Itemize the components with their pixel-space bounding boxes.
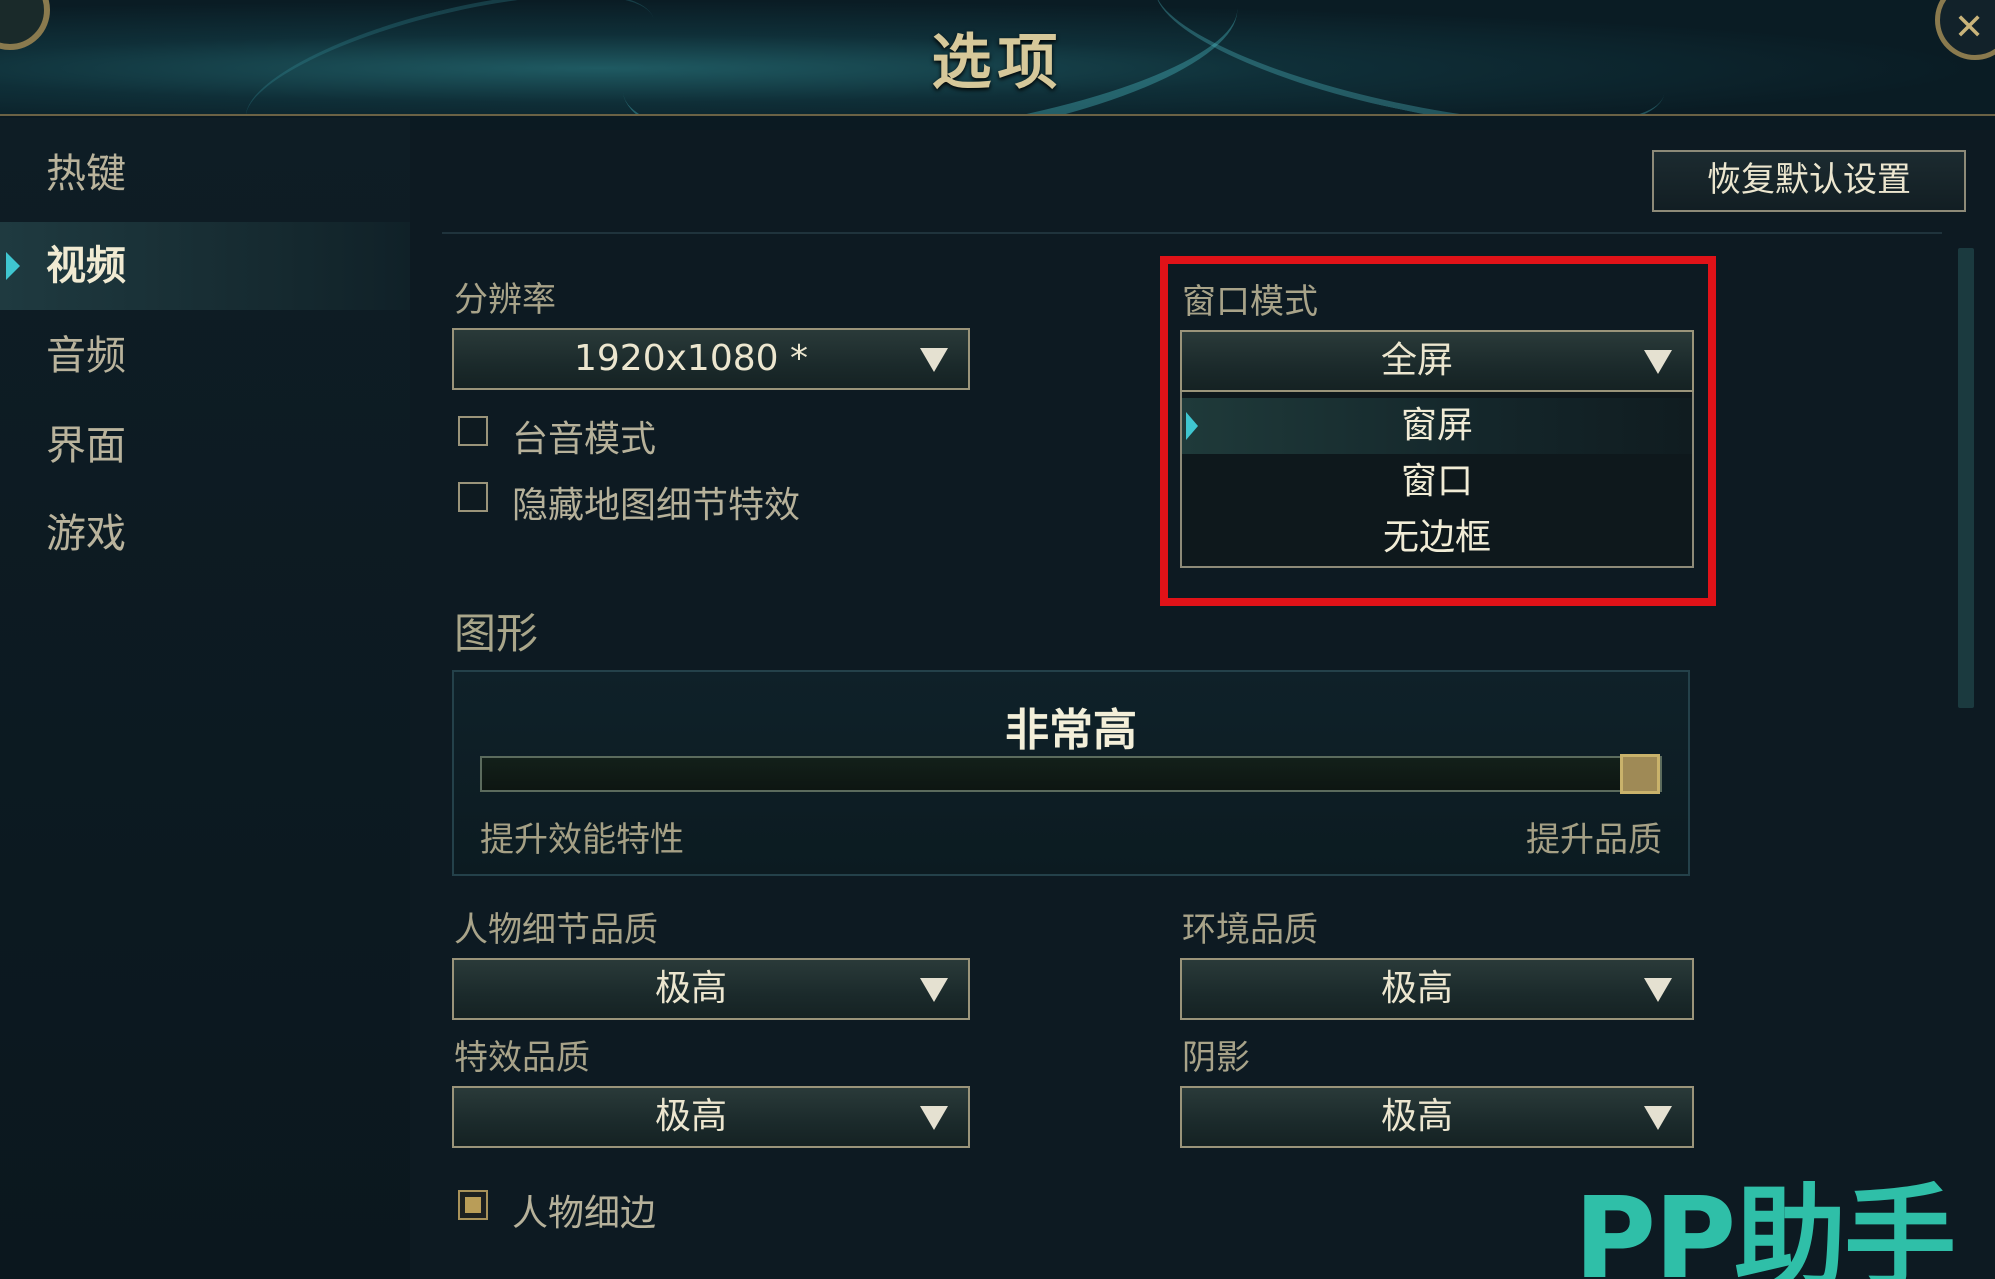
checkbox-label: 台音模式 bbox=[512, 419, 657, 460]
check-mark-icon bbox=[465, 1197, 481, 1213]
environment-quality-dropdown[interactable]: 极高 bbox=[1180, 958, 1694, 1020]
slider-fill bbox=[482, 758, 1640, 790]
sidebar-item-label: 游戏 bbox=[46, 511, 126, 557]
sidebar-item-label: 音频 bbox=[46, 333, 126, 379]
divider bbox=[442, 232, 1942, 234]
graphics-section-title: 图形 bbox=[454, 609, 539, 658]
effects-quality-dropdown[interactable]: 极高 bbox=[452, 1086, 970, 1148]
slider-min-label: 提升效能特性 bbox=[480, 820, 684, 860]
checkbox-label: 隐藏地图细节特效 bbox=[512, 485, 801, 526]
chevron-down-icon bbox=[1644, 1106, 1672, 1130]
graphics-level-value: 非常高 bbox=[1005, 705, 1137, 756]
character-outline-checkbox[interactable]: 人物细边 bbox=[458, 1184, 958, 1234]
resolution-label: 分辨率 bbox=[454, 280, 556, 320]
sidebar-item-label: 界面 bbox=[46, 423, 126, 469]
slider-thumb[interactable] bbox=[1620, 754, 1660, 794]
checkbox-box[interactable] bbox=[458, 1190, 488, 1220]
dropdown-value: 极高 bbox=[1380, 968, 1453, 1009]
chevron-down-icon bbox=[920, 348, 948, 372]
page-title: 选项 bbox=[931, 28, 1064, 98]
checkbox-box[interactable] bbox=[458, 416, 488, 446]
sidebar: 热键 视频 音频 界面 游戏 bbox=[0, 118, 410, 1279]
active-arrow-icon bbox=[6, 252, 20, 280]
shadows-label: 阴影 bbox=[1182, 1038, 1250, 1078]
sidebar-item-audio[interactable]: 音频 bbox=[0, 312, 410, 400]
voice-mode-checkbox[interactable]: 台音模式 bbox=[458, 410, 1058, 460]
character-quality-label: 人物细节品质 bbox=[454, 910, 658, 950]
sidebar-item-label: 视频 bbox=[46, 243, 126, 289]
checkbox-label: 人物细边 bbox=[512, 1193, 657, 1234]
graphics-slider[interactable] bbox=[480, 754, 1662, 794]
title-bar: 选项 ✕ bbox=[0, 0, 1995, 116]
sidebar-item-label: 热键 bbox=[46, 151, 126, 197]
effects-quality-label: 特效品质 bbox=[454, 1038, 590, 1078]
chevron-down-icon bbox=[1644, 978, 1672, 1002]
graphics-panel: 非常高 提升效能特性 提升品质 bbox=[452, 670, 1690, 876]
chevron-down-icon bbox=[920, 1106, 948, 1130]
sidebar-item-interface[interactable]: 界面 bbox=[0, 402, 410, 490]
sidebar-item-game[interactable]: 游戏 bbox=[0, 490, 410, 578]
shadows-dropdown[interactable]: 极高 bbox=[1180, 1086, 1694, 1148]
checkbox-box[interactable] bbox=[458, 482, 488, 512]
restore-defaults-button[interactable]: 恢复默认设置 bbox=[1652, 150, 1966, 212]
watermark-logo: PP助手 bbox=[1574, 1174, 1956, 1279]
resolution-dropdown[interactable]: 1920x1080 * bbox=[452, 328, 970, 390]
chevron-down-icon bbox=[920, 978, 948, 1002]
scrollbar[interactable] bbox=[1958, 248, 1974, 708]
dropdown-value: 极高 bbox=[654, 968, 727, 1009]
dropdown-value: 极高 bbox=[654, 1096, 727, 1137]
hide-map-effects-checkbox[interactable]: 隐藏地图细节特效 bbox=[458, 476, 1058, 526]
resolution-value: 1920x1080 * bbox=[574, 338, 808, 379]
sidebar-item-video[interactable]: 视频 bbox=[0, 222, 410, 310]
highlight-box bbox=[1160, 256, 1716, 606]
dropdown-value: 极高 bbox=[1380, 1096, 1453, 1137]
sidebar-item-hotkeys[interactable]: 热键 bbox=[0, 130, 410, 218]
character-quality-dropdown[interactable]: 极高 bbox=[452, 958, 970, 1020]
environment-quality-label: 环境品质 bbox=[1182, 910, 1318, 950]
slider-max-label: 提升品质 bbox=[1526, 820, 1662, 860]
